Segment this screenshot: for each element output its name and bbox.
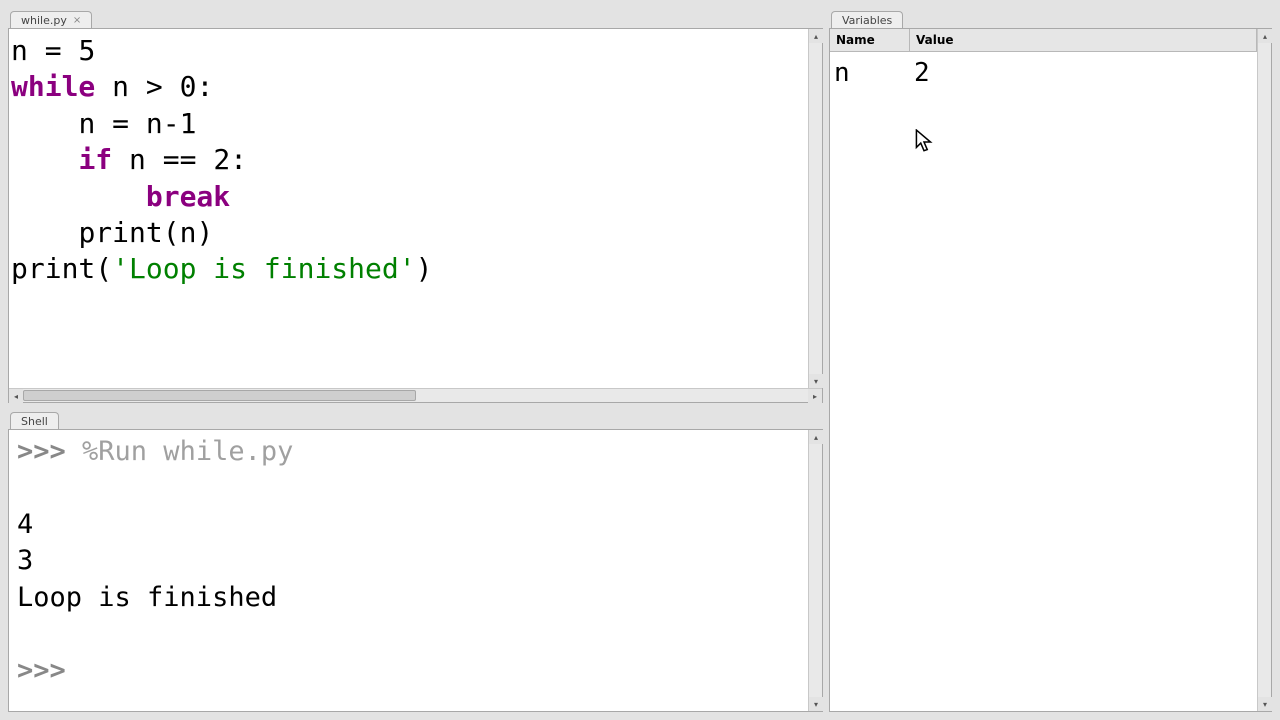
- editor-tab-strip: while.py ×: [8, 8, 823, 28]
- shell-content: >>> %Run while.py 4 3 Loop is finished >…: [8, 429, 823, 712]
- scroll-down-icon[interactable]: ▾: [809, 374, 823, 388]
- editor-panel: while.py × n = 5 while n > 0: n = n-1 if…: [8, 8, 823, 403]
- editor-vertical-scrollbar[interactable]: ▴ ▾: [808, 29, 822, 388]
- scroll-right-icon[interactable]: ▸: [808, 389, 822, 403]
- table-row[interactable]: n 2: [830, 58, 1257, 88]
- scroll-left-icon[interactable]: ◂: [9, 389, 23, 403]
- close-icon[interactable]: ×: [73, 15, 81, 26]
- variables-rows: n 2: [830, 52, 1257, 94]
- variables-content: Name Value n 2: [829, 28, 1272, 712]
- shell-terminal[interactable]: >>> %Run while.py 4 3 Loop is finished >…: [9, 430, 808, 711]
- variables-vertical-scrollbar[interactable]: ▴ ▾: [1257, 29, 1271, 711]
- variable-name: n: [830, 58, 910, 88]
- cursor-icon: [915, 129, 933, 155]
- scroll-down-icon[interactable]: ▾: [1258, 697, 1272, 711]
- code-editor[interactable]: n = 5 while n > 0: n = n-1 if n == 2: br…: [9, 29, 808, 388]
- variables-table[interactable]: Name Value n 2: [830, 29, 1257, 711]
- code-text: n = 5 while n > 0: n = n-1 if n == 2: br…: [11, 33, 806, 288]
- scroll-up-icon[interactable]: ▴: [809, 430, 823, 444]
- shell-tab[interactable]: Shell: [10, 412, 59, 430]
- shell-text: >>> %Run while.py 4 3 Loop is finished >…: [11, 434, 806, 689]
- variables-tab[interactable]: Variables: [831, 11, 903, 29]
- editor-tab[interactable]: while.py ×: [10, 11, 92, 29]
- scroll-up-icon[interactable]: ▴: [809, 29, 823, 43]
- shell-tab-label: Shell: [21, 415, 48, 428]
- shell-tab-strip: Shell: [8, 409, 823, 429]
- scroll-down-icon[interactable]: ▾: [809, 697, 823, 711]
- variables-panel: Variables Name Value n 2: [829, 8, 1272, 712]
- scroll-track[interactable]: [23, 389, 808, 402]
- variables-header: Name Value: [830, 29, 1257, 52]
- scroll-up-icon[interactable]: ▴: [1258, 29, 1272, 43]
- ide-app: while.py × n = 5 while n > 0: n = n-1 if…: [0, 0, 1280, 720]
- column-value-header[interactable]: Value: [910, 29, 1257, 51]
- column-name-header[interactable]: Name: [830, 29, 910, 51]
- variables-tab-strip: Variables: [829, 8, 1272, 28]
- scroll-thumb[interactable]: [23, 390, 416, 401]
- variable-value: 2: [910, 58, 1257, 88]
- editor-tab-label: while.py: [21, 14, 67, 27]
- shell-vertical-scrollbar[interactable]: ▴ ▾: [808, 430, 822, 711]
- shell-panel: Shell >>> %Run while.py 4 3 Loop is fini…: [8, 409, 823, 712]
- variables-tab-label: Variables: [842, 14, 892, 27]
- editor-content: n = 5 while n > 0: n = n-1 if n == 2: br…: [8, 28, 823, 403]
- editor-horizontal-scrollbar[interactable]: ◂ ▸: [9, 388, 822, 402]
